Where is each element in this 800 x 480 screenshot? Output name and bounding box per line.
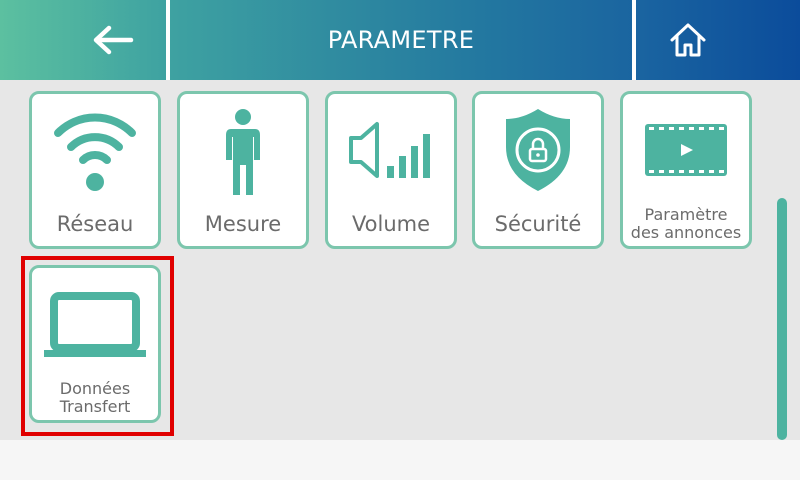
back-button[interactable] [0, 0, 166, 80]
tile-reseau[interactable]: Réseau [29, 91, 161, 249]
header-bar: PARAMETRE [0, 0, 800, 80]
volume-icon [328, 100, 454, 200]
tile-label: Réseau [56, 212, 134, 236]
tile-parametre-annonces[interactable]: Paramètre des annonces [620, 91, 752, 249]
tile-label-line1: Paramètre [644, 205, 728, 224]
person-icon [180, 100, 306, 200]
page-title: PARAMETRE [327, 26, 475, 54]
selection-highlight [21, 256, 174, 436]
shield-lock-icon [475, 100, 601, 200]
tile-volume[interactable]: Volume [325, 91, 457, 249]
home-icon [670, 23, 706, 57]
tile-mesure[interactable]: Mesure [177, 91, 309, 249]
tile-label: Mesure [204, 212, 282, 236]
arrow-left-icon [93, 25, 134, 55]
home-button[interactable] [636, 0, 740, 80]
tile-securite[interactable]: Sécurité [472, 91, 604, 249]
scrollbar-thumb[interactable] [777, 198, 787, 440]
wifi-icon [32, 100, 158, 200]
footer-bar [0, 440, 800, 480]
video-icon [623, 100, 749, 200]
tile-label: Sécurité [494, 212, 582, 236]
tile-label: Volume [351, 212, 431, 236]
tile-label-line2: des annonces [630, 223, 742, 242]
